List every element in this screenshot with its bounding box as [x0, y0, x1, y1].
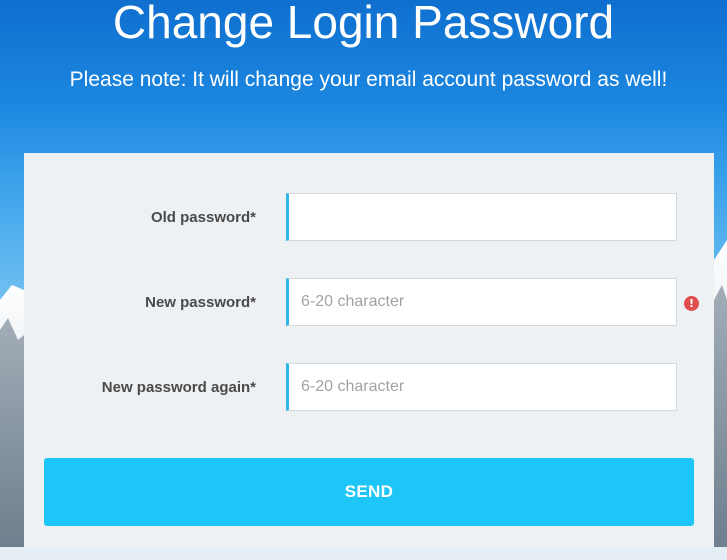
old-password-field[interactable] — [286, 193, 677, 241]
exclamation-circle-icon[interactable]: ! — [684, 296, 699, 311]
new-password-field[interactable] — [286, 278, 677, 326]
new-password-again-label: New password again* — [101, 379, 256, 396]
password-note: Please note: It will change your email a… — [69, 68, 668, 91]
page-title: Change Login Password — [112, 0, 615, 48]
new-password-label: New password* — [145, 294, 256, 311]
new-password-again-field[interactable] — [286, 363, 677, 411]
old-password-label: Old password* — [150, 209, 256, 226]
form-panel: Old password* New password* ! New passwo… — [24, 153, 714, 547]
send-button[interactable]: SEND — [44, 458, 694, 526]
